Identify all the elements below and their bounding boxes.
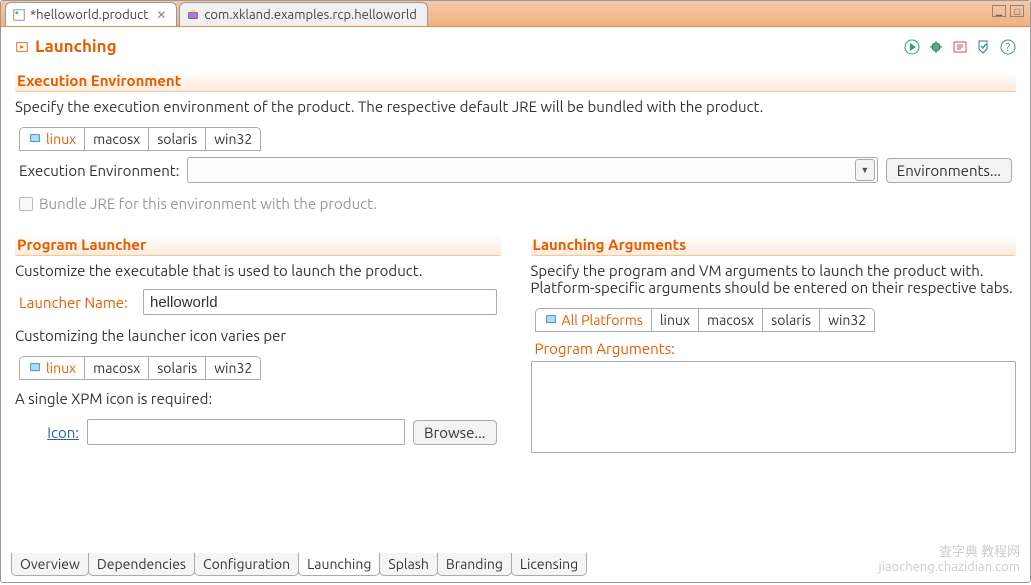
tab-macosx[interactable]: macosx <box>85 357 149 379</box>
tab-win32[interactable]: win32 <box>206 128 260 150</box>
icon-row: Icon: Browse... <box>15 413 501 451</box>
args-title: Launching Arguments <box>533 230 1015 255</box>
tab-label: linux <box>660 312 690 328</box>
tab-linux[interactable]: linux <box>652 309 699 331</box>
toolbar: ? <box>904 39 1016 55</box>
exec-env-row: Execution Environment: ▼ Environments... <box>15 151 1016 189</box>
exec-env-combo[interactable]: ▼ <box>187 157 877 183</box>
tab-all-platforms[interactable]: All Platforms <box>536 309 652 331</box>
tab-label: win32 <box>214 360 252 376</box>
launcher-name-input[interactable] <box>143 289 497 315</box>
icon-path-input[interactable] <box>87 419 405 445</box>
tab-overview[interactable]: Overview <box>11 553 89 576</box>
maximize-button[interactable]: ▢ <box>1010 5 1024 17</box>
launcher-name-row: Launcher Name: <box>15 285 501 319</box>
platform-icon <box>544 313 558 327</box>
browse-button[interactable]: Browse... <box>413 420 496 445</box>
form-page-tabs: Overview Dependencies Configuration Laun… <box>11 553 586 576</box>
tab-branding[interactable]: Branding <box>437 553 512 576</box>
exec-env-title: Execution Environment <box>17 66 1014 91</box>
form-header: Launching ? <box>1 27 1030 62</box>
launcher-desc: Customize the executable that is used to… <box>15 260 501 285</box>
xpm-text: A single XPM icon is required: <box>15 380 501 413</box>
tab-win32[interactable]: win32 <box>820 309 874 331</box>
validate-icon[interactable] <box>976 39 992 55</box>
watermark-line2: jiaocheng.chazidian.com <box>879 560 1020 576</box>
environments-button[interactable]: Environments... <box>886 158 1012 183</box>
bundle-jre-checkbox[interactable] <box>19 197 33 211</box>
tab-splash[interactable]: Splash <box>379 553 438 576</box>
debug-icon[interactable] <box>928 39 944 55</box>
prog-args-label: Program Arguments: <box>531 332 1017 361</box>
tab-solaris[interactable]: solaris <box>149 128 206 150</box>
launcher-icon-desc: Customizing the launcher icon varies per <box>15 319 501 350</box>
tab-linux[interactable]: linux <box>20 357 85 379</box>
tab-solaris[interactable]: solaris <box>763 309 820 331</box>
launching-page-icon <box>15 40 29 54</box>
page-title-row: Launching <box>15 37 117 56</box>
tab-macosx[interactable]: macosx <box>85 128 149 150</box>
tab-licensing[interactable]: Licensing <box>511 553 587 576</box>
tab-configuration[interactable]: Configuration <box>194 553 299 576</box>
minimize-button[interactable]: ▁ <box>992 5 1006 17</box>
bundle-jre-row: Bundle JRE for this environment with the… <box>15 189 1016 218</box>
help-icon[interactable]: ? <box>1000 39 1016 55</box>
page-title: Launching <box>35 37 117 56</box>
watermark: 查字典 教程网 jiaocheng.chazidian.com <box>879 545 1020 576</box>
tab-label: All Platforms <box>562 312 643 328</box>
tab-label: macosx <box>707 312 754 328</box>
tab-com-xkland[interactable]: com.xkland.examples.rcp.helloworld <box>179 2 427 26</box>
launcher-name-label: Launcher Name: <box>19 294 135 311</box>
launcher-section: Program Launcher Customize the executabl… <box>15 226 501 456</box>
args-header: Launching Arguments <box>531 226 1017 256</box>
tab-label: *helloworld.product <box>30 8 148 22</box>
tab-launching[interactable]: Launching <box>298 553 380 576</box>
launcher-platform-tabs: linux macosx solaris win32 <box>19 356 261 380</box>
launcher-title: Program Launcher <box>17 230 499 255</box>
tab-label: solaris <box>157 131 197 147</box>
plugin-icon <box>186 8 200 22</box>
tab-solaris[interactable]: solaris <box>149 357 206 379</box>
product-file-icon <box>12 8 26 22</box>
svg-text:?: ? <box>1006 42 1010 54</box>
run-icon[interactable] <box>904 39 920 55</box>
tab-helloworld-product[interactable]: *helloworld.product ✕ <box>5 2 177 26</box>
form-content: Execution Environment Specify the execut… <box>1 62 1030 456</box>
tab-label: solaris <box>157 360 197 376</box>
tab-label: linux <box>46 131 76 147</box>
launcher-header: Program Launcher <box>15 226 501 256</box>
icon-link[interactable]: Icon: <box>29 424 79 441</box>
exec-env-desc: Specify the execution environment of the… <box>15 96 1016 121</box>
editor-tabs: *helloworld.product ✕ com.xkland.example… <box>1 1 1030 27</box>
platform-icon <box>28 361 42 375</box>
editor-pane: *helloworld.product ✕ com.xkland.example… <box>0 0 1031 583</box>
window-controls: ▁ ▢ <box>992 5 1024 17</box>
tab-label: linux <box>46 360 76 376</box>
program-arguments-textarea[interactable] <box>531 361 1017 453</box>
tab-label: win32 <box>214 131 252 147</box>
watermark-line1: 查字典 教程网 <box>879 545 1020 561</box>
export-icon[interactable] <box>952 39 968 55</box>
bundle-jre-label: Bundle JRE for this environment with the… <box>39 195 377 212</box>
tab-dependencies[interactable]: Dependencies <box>88 553 195 576</box>
tab-label: win32 <box>828 312 866 328</box>
platform-icon <box>28 132 42 146</box>
tab-label: macosx <box>93 360 140 376</box>
exec-env-label: Execution Environment: <box>19 162 179 179</box>
close-tab-icon[interactable]: ✕ <box>156 8 166 22</box>
combo-dropdown-button[interactable]: ▼ <box>855 159 875 181</box>
tab-linux[interactable]: linux <box>20 128 85 150</box>
tab-label: com.xkland.examples.rcp.helloworld <box>204 8 416 22</box>
tab-macosx[interactable]: macosx <box>699 309 763 331</box>
tab-label: solaris <box>771 312 811 328</box>
args-desc: Specify the program and VM arguments to … <box>531 260 1017 302</box>
tab-label: macosx <box>93 131 140 147</box>
args-section: Launching Arguments Specify the program … <box>531 226 1017 456</box>
exec-env-header: Execution Environment <box>15 62 1016 92</box>
lower-columns: Program Launcher Customize the executabl… <box>15 226 1016 456</box>
exec-env-platform-tabs: linux macosx solaris win32 <box>19 127 261 151</box>
args-platform-tabs: All Platforms linux macosx solaris win32 <box>535 308 876 332</box>
tab-win32[interactable]: win32 <box>206 357 260 379</box>
